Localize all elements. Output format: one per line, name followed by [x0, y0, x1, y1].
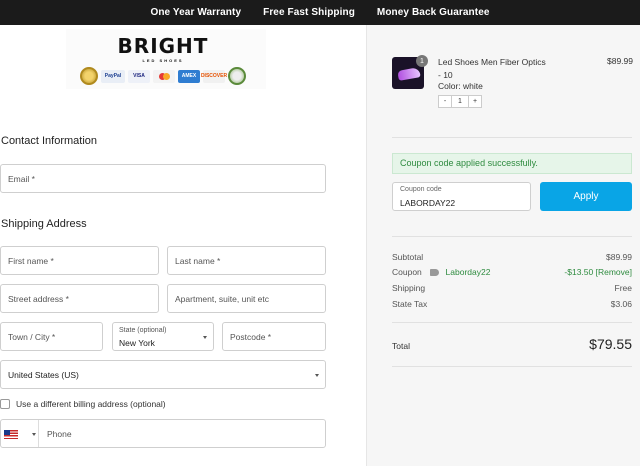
billing-address-option[interactable]: Use a different billing address (optiona… — [0, 399, 166, 409]
state-value: New York — [119, 338, 155, 348]
apartment-field[interactable]: Apartment, suite, unit etc — [167, 284, 326, 313]
subtotal-label: Subtotal — [392, 252, 424, 262]
chevron-down-icon — [203, 336, 207, 339]
coupon-discount: -$13.50 — [564, 267, 594, 277]
warranty-text: One Year Warranty — [150, 7, 242, 18]
payment-badges: PayPal VISA AMEX DISCOVER — [80, 67, 246, 85]
street-placeholder: Street address * — [8, 294, 69, 304]
coupon-value: LABORDAY22 — [400, 198, 456, 208]
coupon-row-label: Coupon — [392, 267, 422, 277]
remove-coupon-link[interactable]: [Remove] — [596, 267, 632, 277]
secure-seal-icon — [228, 67, 246, 85]
tax-label: State Tax — [392, 299, 428, 309]
first-name-placeholder: First name * — [8, 256, 54, 266]
state-select[interactable]: State (optional) New York — [112, 322, 214, 351]
chevron-down-icon — [315, 374, 319, 377]
subtotal-value: $89.99 — [606, 252, 632, 262]
increase-qty-button[interactable]: + — [468, 95, 482, 108]
shipping-text: Free Fast Shipping — [263, 7, 355, 18]
last-name-placeholder: Last name * — [175, 256, 221, 266]
billing-checkbox[interactable] — [0, 399, 10, 409]
total-label: Total — [392, 341, 410, 351]
town-field[interactable]: Town / City * — [0, 322, 103, 351]
amex-icon: AMEX — [178, 69, 200, 83]
town-placeholder: Town / City * — [8, 332, 56, 342]
quantity-badge: 1 — [416, 55, 428, 67]
quantity-value[interactable]: 1 — [452, 95, 468, 108]
quantity-stepper: - 1 + — [438, 95, 482, 108]
email-field[interactable]: Email * — [0, 164, 326, 193]
product-name: Led Shoes Men Fiber Optics - 10 — [438, 57, 546, 80]
mastercard-icon — [153, 69, 175, 83]
decrease-qty-button[interactable]: - — [438, 95, 452, 108]
contact-title: Contact Information — [1, 135, 97, 147]
chevron-down-icon[interactable] — [32, 433, 36, 436]
postcode-placeholder: Postcode * — [230, 332, 272, 342]
shipping-label: Shipping — [392, 283, 426, 293]
discover-icon: DISCOVER — [201, 69, 227, 83]
brand-logo: BRIGHT — [117, 34, 209, 58]
subtotal-row: Subtotal $89.99 — [392, 252, 632, 262]
brand-subtitle: LED SHOES — [142, 58, 184, 63]
guarantee-text: Money Back Guarantee — [376, 7, 490, 18]
phone-field[interactable]: Phone — [0, 419, 326, 448]
trust-seal-icon — [80, 67, 98, 85]
top-announcement-bar: One Year Warranty Free Fast Shipping Mon… — [0, 0, 640, 25]
tax-value: $3.06 — [610, 299, 632, 309]
coupon-success-message: Coupon code applied successfully. — [392, 153, 632, 174]
shipping-value: Free — [614, 283, 632, 293]
tax-row: State Tax $3.06 — [392, 299, 632, 309]
product-price: $89.99 — [607, 56, 633, 66]
order-summary: 1 Led Shoes Men Fiber Optics - 10 Color:… — [366, 25, 640, 466]
first-name-field[interactable]: First name * — [0, 246, 159, 275]
coupon-row: Coupon Laborday22 -$13.50 [Remove] — [392, 267, 632, 277]
country-value: United States (US) — [8, 370, 79, 380]
country-select[interactable]: United States (US) — [0, 360, 326, 389]
tag-icon — [430, 269, 440, 277]
coupon-input[interactable]: Coupon code LABORDAY22 — [392, 182, 531, 211]
billing-checkbox-label: Use a different billing address (optiona… — [16, 399, 166, 409]
paypal-icon: PayPal — [101, 69, 125, 83]
phone-placeholder: Phone — [47, 429, 72, 439]
total-value: $79.55 — [589, 336, 632, 352]
us-flag-icon[interactable] — [4, 430, 18, 439]
apply-coupon-button[interactable]: Apply — [540, 182, 632, 211]
applied-coupon-code: Laborday22 — [445, 267, 491, 277]
email-placeholder: Email * — [8, 174, 35, 184]
shipping-title: Shipping Address — [1, 218, 87, 230]
product-color: Color: white — [438, 81, 483, 91]
logo-banner: BRIGHT LED SHOES PayPal VISA AMEX DISCOV… — [66, 29, 266, 89]
visa-icon: VISA — [128, 69, 150, 83]
state-label: State (optional) — [119, 327, 167, 334]
coupon-label: Coupon code — [400, 186, 442, 193]
checkout-form: BRIGHT LED SHOES PayPal VISA AMEX DISCOV… — [0, 25, 366, 466]
last-name-field[interactable]: Last name * — [167, 246, 326, 275]
apartment-placeholder: Apartment, suite, unit etc — [175, 294, 270, 304]
street-address-field[interactable]: Street address * — [0, 284, 159, 313]
shipping-row: Shipping Free — [392, 283, 632, 293]
postcode-field[interactable]: Postcode * — [222, 322, 326, 351]
